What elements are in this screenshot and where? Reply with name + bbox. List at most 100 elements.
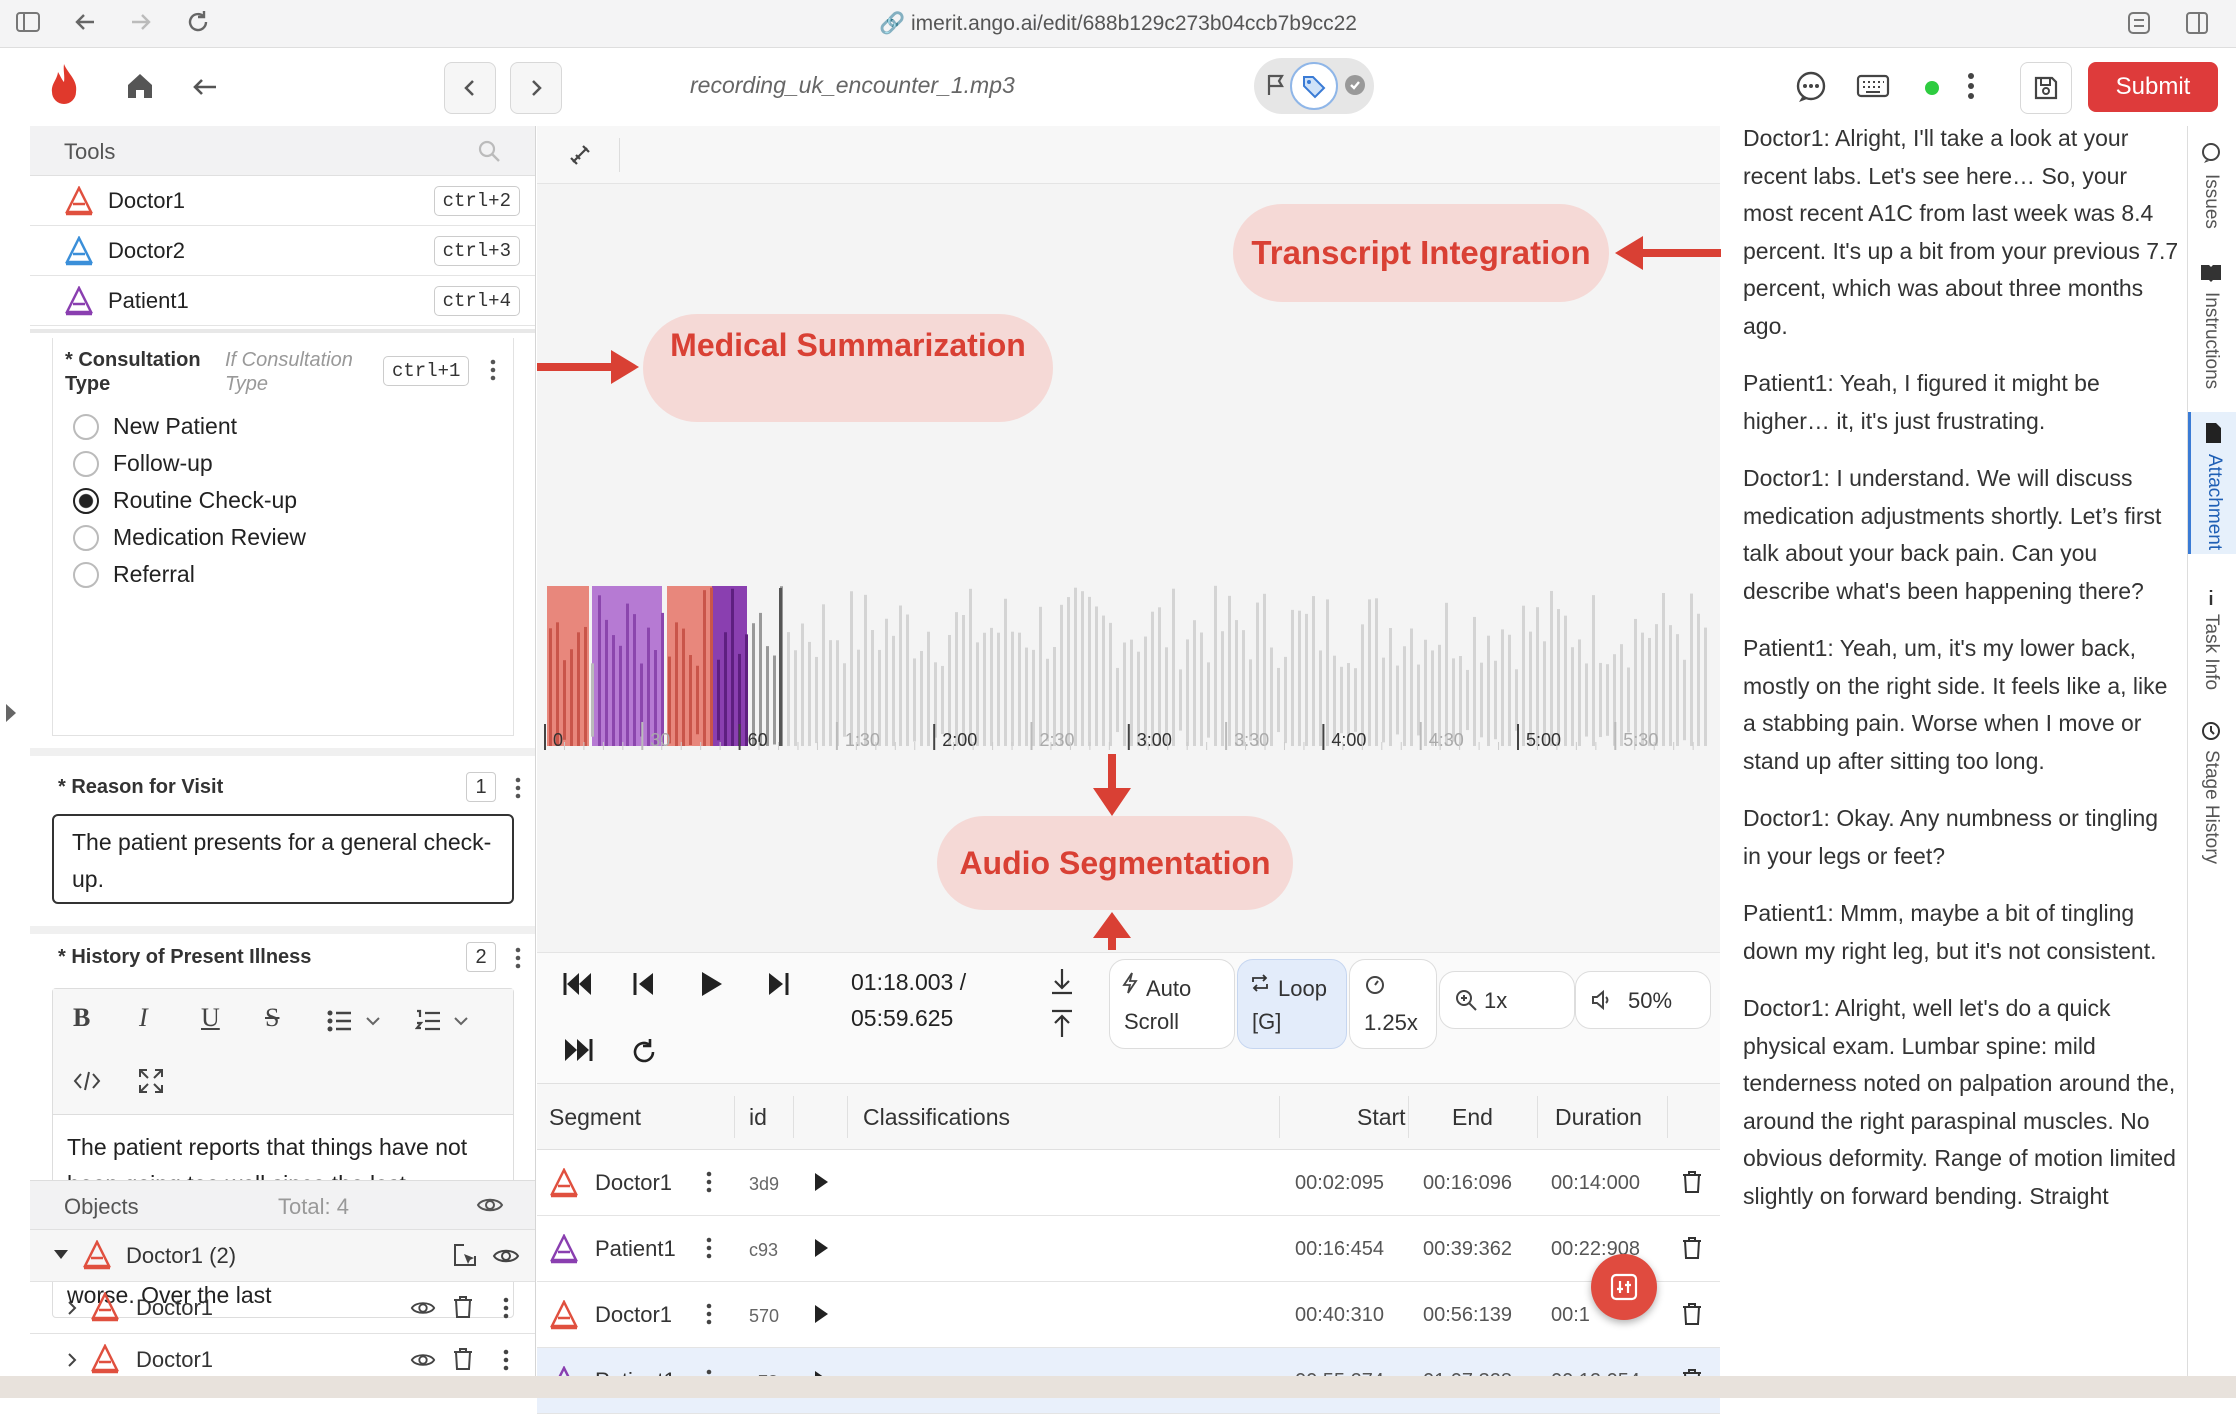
- task-info-tab[interactable]: Task Info: [2200, 586, 2226, 690]
- skip-to-start-icon[interactable]: [563, 971, 593, 997]
- more-vert-icon[interactable]: [514, 946, 522, 970]
- chat-icon[interactable]: [1794, 70, 1828, 104]
- submit-button[interactable]: Submit: [2088, 62, 2218, 112]
- stage-history-tab[interactable]: Stage History: [2200, 720, 2226, 864]
- trash-icon[interactable]: [452, 1295, 474, 1319]
- label-mode-button[interactable]: [1290, 62, 1338, 110]
- browser-toolbar: 🔗 imerit.ango.ai/edit/688b129c273b04ccb7…: [0, 0, 2236, 48]
- strikethrough-button[interactable]: S: [265, 1003, 279, 1033]
- radio-option-medication-review[interactable]: Medication Review: [73, 519, 306, 556]
- play-icon[interactable]: [699, 971, 723, 997]
- next-segment-icon[interactable]: [765, 971, 791, 997]
- table-row[interactable]: Patient1 c93 00:16:454 00:39:362 00:22:908: [537, 1216, 1720, 1282]
- table-row[interactable]: Doctor1 3d9 00:02:095 00:16:096 00:14:000: [537, 1150, 1720, 1216]
- more-vert-icon[interactable]: [705, 1170, 713, 1194]
- more-vert-icon[interactable]: [1966, 70, 1976, 102]
- scroll-to-playhead-icon[interactable]: [1049, 967, 1075, 1037]
- chevron-right-icon[interactable]: [66, 1300, 78, 1316]
- trash-icon[interactable]: [452, 1347, 474, 1371]
- more-vert-icon[interactable]: [705, 1302, 713, 1326]
- bullet-list-icon[interactable]: [327, 1009, 383, 1033]
- search-icon[interactable]: [476, 138, 502, 164]
- trash-icon[interactable]: [1681, 1170, 1703, 1194]
- review-icon[interactable]: [1342, 72, 1368, 98]
- tool-item-patient1[interactable]: Patient1 ctrl+4: [30, 276, 535, 326]
- arrow-right-icon: [537, 350, 639, 384]
- more-vert-icon[interactable]: [514, 776, 522, 800]
- radio-option-routine-check-up[interactable]: Routine Check-up: [73, 482, 306, 519]
- select-all-icon[interactable]: [452, 1242, 478, 1268]
- expand-panel-icon[interactable]: [4, 702, 18, 724]
- loop-refresh-icon[interactable]: [629, 1037, 659, 1067]
- fullscreen-icon[interactable]: [137, 1067, 165, 1095]
- prev-asset-button[interactable]: [444, 62, 496, 114]
- keyboard-icon[interactable]: [1856, 74, 1890, 98]
- reason-title: * Reason for Visit: [58, 776, 224, 798]
- waveform[interactable]: [547, 456, 1717, 746]
- more-vert-icon[interactable]: [489, 358, 497, 382]
- split-view-icon[interactable]: [2184, 10, 2210, 36]
- zoom-button[interactable]: 1x: [1439, 971, 1575, 1029]
- ango-logo-icon[interactable]: [48, 62, 80, 106]
- radio-button[interactable]: [73, 524, 99, 551]
- segments-table: Segment id Classifications Start End Dur…: [537, 1084, 1720, 1414]
- eye-icon[interactable]: [492, 1246, 520, 1266]
- object-item[interactable]: Doctor1: [30, 1282, 535, 1334]
- radio-option-referral[interactable]: Referral: [73, 556, 306, 593]
- expand-row-icon[interactable]: [813, 1238, 829, 1258]
- address-bar[interactable]: 🔗 imerit.ango.ai/edit/688b129c273b04ccb7…: [0, 12, 2236, 36]
- reason-textarea[interactable]: The patient presents for a general check…: [52, 814, 514, 904]
- tool-label: Patient1: [108, 287, 189, 313]
- eye-icon[interactable]: [476, 1195, 504, 1215]
- mode-switch[interactable]: [1254, 58, 1374, 114]
- back-arrow-icon[interactable]: [190, 72, 220, 102]
- bold-button[interactable]: B: [73, 1003, 90, 1033]
- trash-icon[interactable]: [1681, 1236, 1703, 1260]
- auto-scroll-toggle[interactable]: Auto Scroll: [1109, 959, 1235, 1049]
- more-vert-icon[interactable]: [502, 1296, 510, 1320]
- numbered-list-icon[interactable]: [415, 1009, 471, 1033]
- more-vert-icon[interactable]: [502, 1348, 510, 1372]
- expand-row-icon[interactable]: [813, 1304, 829, 1324]
- italic-button[interactable]: I: [139, 1003, 148, 1033]
- left-panel: Tools Doctor1 ctrl+2 Doctor2 ctrl+3 Pati…: [30, 126, 536, 1376]
- underline-button[interactable]: U: [201, 1003, 220, 1033]
- home-icon[interactable]: [124, 70, 156, 102]
- expand-row-icon[interactable]: [813, 1172, 829, 1192]
- skip-to-end-icon[interactable]: [563, 1037, 593, 1063]
- zoom-icon: [1454, 988, 1478, 1012]
- caret-down-icon[interactable]: [54, 1250, 68, 1260]
- radio-button[interactable]: [73, 413, 99, 440]
- code-view-icon[interactable]: [73, 1069, 101, 1093]
- more-vert-icon[interactable]: [705, 1236, 713, 1260]
- previous-segment-icon[interactable]: [631, 971, 657, 997]
- tool-item-doctor2[interactable]: Doctor2 ctrl+3: [30, 226, 535, 276]
- eye-icon[interactable]: [410, 1298, 436, 1318]
- speed-gauge-icon: [1364, 974, 1386, 996]
- pan-tool-icon[interactable]: [565, 140, 595, 170]
- playback-speed-button[interactable]: 1.25x: [1349, 959, 1437, 1049]
- floating-settings-button[interactable]: [1591, 1254, 1657, 1320]
- chevron-right-icon[interactable]: [66, 1352, 78, 1368]
- save-button[interactable]: [2020, 62, 2072, 114]
- radio-option-follow-up[interactable]: Follow-up: [73, 445, 306, 482]
- flag-icon[interactable]: [1264, 72, 1290, 98]
- eye-icon[interactable]: [410, 1350, 436, 1370]
- next-asset-button[interactable]: [510, 62, 562, 114]
- volume-button[interactable]: 50%: [1575, 971, 1711, 1029]
- instructions-tab[interactable]: Instructions: [2200, 262, 2226, 389]
- radio-option-new-patient[interactable]: New Patient: [73, 408, 306, 445]
- loop-toggle[interactable]: Loop [G]: [1237, 959, 1347, 1049]
- trash-icon[interactable]: [1681, 1302, 1703, 1326]
- radio-button-selected[interactable]: [73, 487, 99, 514]
- object-group-doctor1[interactable]: Doctor1 (2): [30, 1230, 535, 1282]
- issues-tab[interactable]: Issues: [2200, 142, 2226, 229]
- attachment-tab[interactable]: Attachment: [2188, 412, 2236, 554]
- segment-start: 00:40:310: [1295, 1304, 1384, 1326]
- extension-icon[interactable]: [2126, 10, 2152, 36]
- table-row[interactable]: Doctor1 570 00:40:310 00:56:139 00:1: [537, 1282, 1720, 1348]
- tool-item-doctor1[interactable]: Doctor1 ctrl+2: [30, 176, 535, 226]
- radio-button[interactable]: [73, 450, 99, 477]
- object-item[interactable]: Doctor1: [30, 1334, 535, 1376]
- radio-button[interactable]: [73, 561, 99, 588]
